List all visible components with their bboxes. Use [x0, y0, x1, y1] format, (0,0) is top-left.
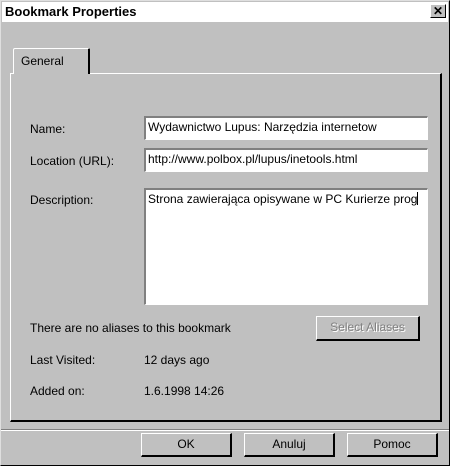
- ok-button[interactable]: OK: [141, 433, 232, 457]
- tab-general[interactable]: General: [13, 48, 90, 74]
- tab-general-label: General: [21, 54, 64, 68]
- bookmark-properties-dialog: Bookmark Properties ✕ General Name: Wyda…: [0, 0, 450, 466]
- aliases-text: There are no aliases to this bookmark: [30, 321, 231, 335]
- location-label: Location (URL):: [30, 154, 115, 168]
- name-field[interactable]: Wydawnictwo Lupus: Narzędzia internetow: [144, 116, 428, 140]
- description-field[interactable]: Strona zawierająca opisywane w PC Kurier…: [144, 188, 428, 305]
- description-label: Description:: [30, 193, 94, 207]
- last-visited-value: 12 days ago: [144, 353, 210, 367]
- description-value: Strona zawierająca opisywane w PC Kurier…: [148, 192, 418, 206]
- select-aliases-label: Select Aliases: [330, 320, 405, 334]
- close-icon: ✕: [432, 4, 444, 18]
- window-title: Bookmark Properties: [5, 4, 137, 19]
- last-visited-label: Last Visited:: [30, 353, 96, 367]
- help-button[interactable]: Pomoc: [347, 433, 438, 457]
- added-on-value: 1.6.1998 14:26: [144, 384, 225, 398]
- select-aliases-button[interactable]: Select Aliases: [316, 316, 420, 341]
- cancel-label: Anuluj: [272, 437, 306, 451]
- location-value: http://www.polbox.pl/lupus/inetools.html: [148, 152, 358, 166]
- text-caret: [417, 192, 419, 205]
- added-on-label: Added on:: [30, 384, 85, 398]
- name-label: Name:: [30, 122, 66, 136]
- location-field[interactable]: http://www.polbox.pl/lupus/inetools.html: [144, 148, 428, 172]
- close-button[interactable]: ✕: [430, 4, 446, 18]
- cancel-button[interactable]: Anuluj: [244, 433, 335, 457]
- title-bar[interactable]: Bookmark Properties ✕: [2, 2, 448, 22]
- name-value: Wydawnictwo Lupus: Narzędzia internetow: [148, 120, 377, 134]
- ok-label: OK: [177, 437, 195, 451]
- bottom-separator: [1, 429, 449, 431]
- help-label: Pomoc: [373, 437, 411, 451]
